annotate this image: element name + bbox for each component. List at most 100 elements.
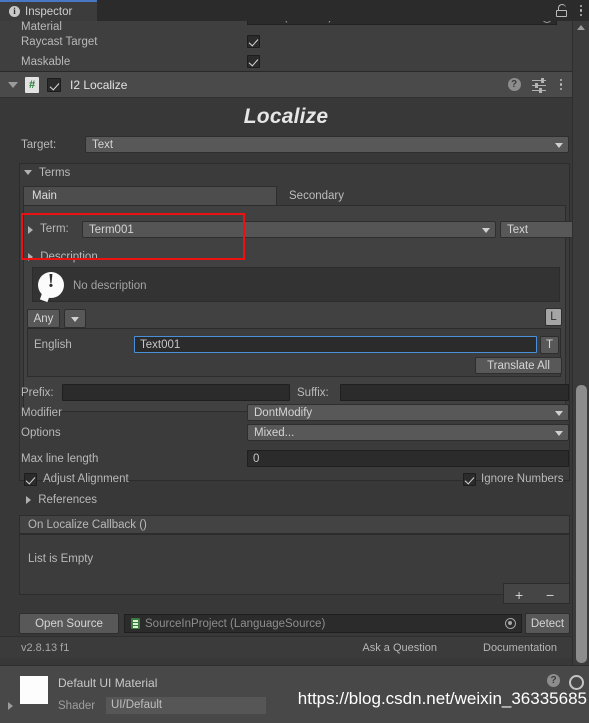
translation-language-label: English <box>34 339 72 351</box>
material-value: None (Material) <box>253 21 332 23</box>
detect-button[interactable]: Detect <box>525 613 570 634</box>
language-filter-dropdown[interactable] <box>64 309 86 328</box>
no-description-box: No description <box>32 267 560 303</box>
adjust-alignment-checkbox[interactable] <box>24 473 37 486</box>
component-foldout-icon[interactable] <box>8 81 18 88</box>
callback-add-button[interactable]: + <box>515 587 523 603</box>
terms-foldout-icon <box>24 170 32 176</box>
chevron-down-icon <box>482 228 490 233</box>
image-component-partial: Material None (Material) Raycast Target … <box>0 21 572 72</box>
inspector-scrollbar[interactable] <box>572 21 589 665</box>
language-source-asset-icon <box>131 618 140 629</box>
maskable-checkbox[interactable] <box>247 55 260 68</box>
callback-header: On Localize Callback () <box>19 515 570 534</box>
target-value: Text <box>92 138 114 151</box>
maskable-label: Maskable <box>21 55 71 68</box>
terms-foldout[interactable]: Terms <box>24 167 70 179</box>
term-value: Term001 <box>89 223 134 236</box>
suffix-label: Suffix: <box>297 387 329 399</box>
row-target: Target: Text <box>0 136 572 155</box>
translation-row-english: English Text001 T <box>34 336 559 355</box>
material-foldout-icon[interactable] <box>8 702 13 710</box>
watermark-url: https://blog.csdn.net/weixin_36335685 <box>297 689 587 708</box>
language-filter-button[interactable]: Any <box>27 309 60 328</box>
translation-input[interactable]: Text001 <box>134 336 537 353</box>
row-modifier: Modifier DontModify <box>0 404 572 423</box>
tab-inspector[interactable]: i Inspector <box>0 0 97 21</box>
suffix-input[interactable] <box>340 384 569 401</box>
target-label: Target: <box>21 139 57 151</box>
material-preview-name: Default UI Material <box>58 676 158 690</box>
prefix-input[interactable] <box>62 384 290 401</box>
references-foldout[interactable]: References <box>26 494 97 506</box>
component-kebab-menu-icon[interactable] <box>557 78 566 91</box>
tab-secondary[interactable]: Secondary <box>281 186 481 205</box>
script-icon: # <box>25 76 39 93</box>
lang-toggle-L-label: L <box>550 311 557 323</box>
row-options: Options Mixed... <box>0 424 572 443</box>
options-label: Options <box>21 427 61 439</box>
kebab-menu-icon[interactable] <box>577 4 586 17</box>
row-raycast-target: Raycast Target <box>0 32 572 51</box>
callback-buttons: + − <box>503 583 570 604</box>
lock-icon[interactable] <box>555 4 567 17</box>
adjust-alignment-label: Adjust Alignment <box>43 473 129 485</box>
language-source-field[interactable]: SourceInProject (LanguageSource) <box>124 614 522 633</box>
info-icon: i <box>9 6 20 17</box>
max-line-length-input[interactable]: 0 <box>247 450 569 467</box>
open-source-label: Open Source <box>35 617 103 630</box>
detect-label: Detect <box>530 617 565 630</box>
callback-header-label: On Localize Callback () <box>28 519 147 531</box>
material-shader-value[interactable]: UI/Default <box>106 697 266 714</box>
material-preview-swatch <box>20 676 48 704</box>
material-preview-actions: ? <box>547 674 584 690</box>
term-dropdown[interactable]: Term001 <box>82 221 496 238</box>
material-object-field[interactable]: None (Material) <box>247 21 557 25</box>
target-dropdown[interactable]: Text <box>85 136 569 153</box>
terms-label: Terms <box>39 167 71 179</box>
row-maskable: Maskable <box>0 52 572 71</box>
help-icon[interactable]: ? <box>507 78 521 91</box>
component-enabled-checkbox[interactable] <box>47 77 61 92</box>
description-label: Description <box>40 251 98 263</box>
preset-icon[interactable] <box>531 77 546 93</box>
open-source-button[interactable]: Open Source <box>19 613 119 634</box>
ignore-numbers-checkbox[interactable] <box>463 473 476 486</box>
row-toggles: Adjust Alignment Ignore Numbers <box>0 471 572 489</box>
modifier-dropdown[interactable]: DontModify <box>247 404 569 421</box>
scrollbar-thumb[interactable] <box>576 385 587 663</box>
documentation-link[interactable]: Documentation <box>483 642 557 654</box>
description-foldout-icon <box>28 252 33 261</box>
chevron-down-icon <box>555 143 563 148</box>
object-picker-icon[interactable] <box>542 21 552 23</box>
tab-main[interactable]: Main <box>23 186 277 205</box>
object-picker-icon[interactable] <box>505 618 516 629</box>
term-foldout-icon[interactable] <box>28 226 33 234</box>
max-line-length-value: 0 <box>253 452 260 465</box>
i2localize-component-header[interactable]: # I2 Localize ? <box>0 72 572 98</box>
no-description-text: No description <box>73 280 147 292</box>
chevron-down-icon <box>555 411 563 416</box>
row-source: Open Source SourceInProject (LanguageSou… <box>0 613 572 634</box>
max-line-length-label: Max line length <box>21 453 99 465</box>
gear-icon[interactable] <box>568 674 584 690</box>
options-dropdown[interactable]: Mixed... <box>247 424 569 441</box>
description-foldout[interactable]: Description <box>28 251 98 263</box>
language-source-value: SourceInProject (LanguageSource) <box>145 617 326 630</box>
raycast-target-checkbox[interactable] <box>247 35 260 48</box>
modifier-label: Modifier <box>21 407 62 419</box>
options-value: Mixed... <box>254 426 295 439</box>
ask-question-link[interactable]: Ask a Question <box>362 642 437 654</box>
tab-main-label: Main <box>32 190 57 202</box>
chevron-down-icon <box>71 317 79 322</box>
translation-T-button[interactable]: T <box>540 336 559 354</box>
chevron-down-icon <box>555 431 563 436</box>
translate-all-button[interactable]: Translate All <box>475 357 562 374</box>
language-filter-value: Any <box>33 312 54 325</box>
ignore-numbers-label: Ignore Numbers <box>481 473 564 485</box>
scroll-up-arrow-icon[interactable] <box>577 25 585 30</box>
prefix-label: Prefix: <box>21 387 54 399</box>
lang-toggle-L-button[interactable]: L <box>545 308 562 326</box>
callback-remove-button[interactable]: − <box>546 587 554 603</box>
help-icon[interactable]: ? <box>547 674 560 687</box>
